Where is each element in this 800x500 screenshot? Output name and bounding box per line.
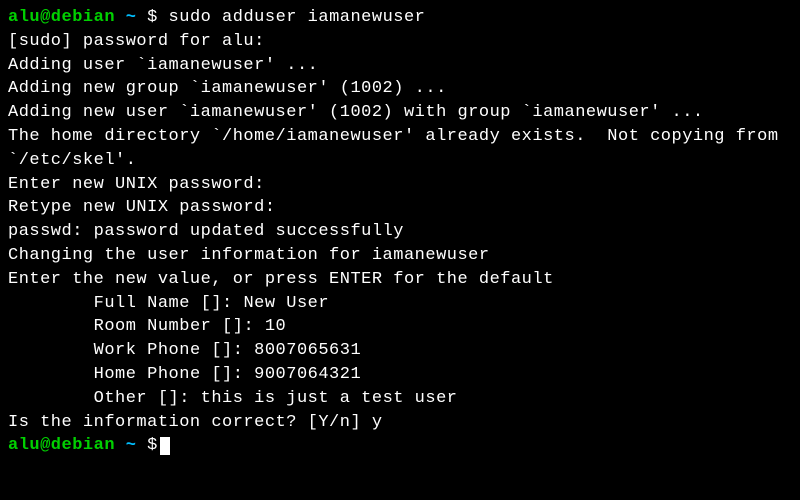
prompt-path: ~ xyxy=(126,436,137,455)
output-line: Adding new group `iamanewuser' (1002) ..… xyxy=(8,77,792,101)
output-line: Enter new UNIX password: xyxy=(8,173,792,197)
prompt-line-1: alu@debian ~ $ sudo adduser iamanewuser xyxy=(8,6,792,30)
output-line: Retype new UNIX password: xyxy=(8,196,792,220)
prompt-symbol: $ xyxy=(147,8,158,27)
output-line: Adding user `iamanewuser' ... xyxy=(8,54,792,78)
output-line: Adding new user `iamanewuser' (1002) wit… xyxy=(8,101,792,125)
prompt-path: ~ xyxy=(126,8,137,27)
output-line: [sudo] password for alu: xyxy=(8,30,792,54)
output-line: Other []: this is just a test user xyxy=(8,387,792,411)
output-line: Full Name []: New User xyxy=(8,292,792,316)
cursor-icon xyxy=(160,437,170,455)
output-line: Enter the new value, or press ENTER for … xyxy=(8,268,792,292)
output-line: passwd: password updated successfully xyxy=(8,220,792,244)
output-line: Is the information correct? [Y/n] y xyxy=(8,411,792,435)
command-text[interactable]: sudo adduser iamanewuser xyxy=(169,8,426,27)
prompt-symbol: $ xyxy=(147,436,158,455)
prompt-user-host: alu@debian xyxy=(8,436,115,455)
output-line: Changing the user information for iamane… xyxy=(8,244,792,268)
prompt-line-2[interactable]: alu@debian ~ $ xyxy=(8,434,792,458)
output-line: Room Number []: 10 xyxy=(8,315,792,339)
output-line: Work Phone []: 8007065631 xyxy=(8,339,792,363)
prompt-user-host: alu@debian xyxy=(8,8,115,27)
output-line: Home Phone []: 9007064321 xyxy=(8,363,792,387)
output-line: The home directory `/home/iamanewuser' a… xyxy=(8,125,792,173)
